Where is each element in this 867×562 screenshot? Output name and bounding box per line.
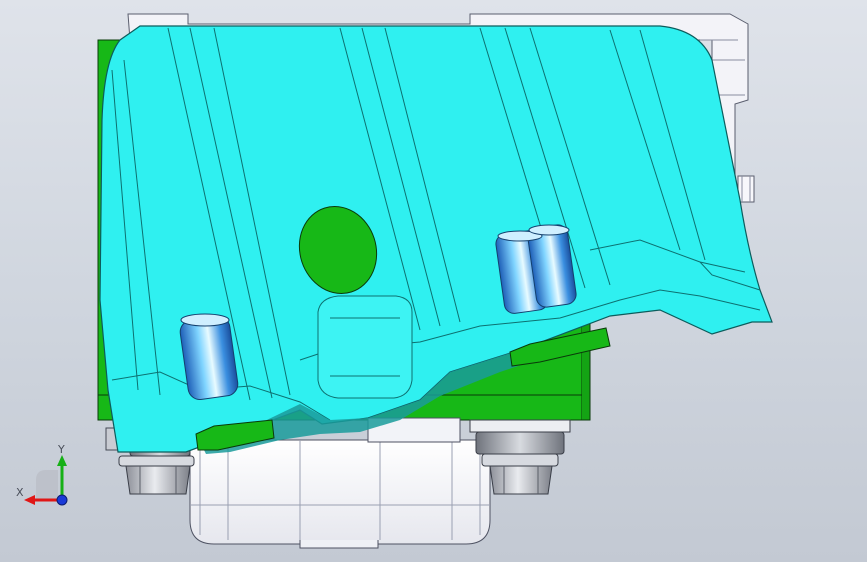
x-axis-label: X — [16, 486, 24, 499]
x-axis-arrowhead — [24, 495, 35, 505]
z-axis-dot — [56, 494, 68, 506]
graphics-viewport[interactable]: Y X — [0, 0, 867, 562]
right-pin-pair — [495, 224, 577, 314]
view-triad[interactable]: Y X — [16, 443, 68, 506]
y-axis-label: Y — [57, 443, 65, 456]
model-view[interactable]: Y X — [0, 0, 867, 562]
left-pin — [179, 313, 239, 401]
y-axis-arrowhead — [57, 455, 67, 466]
